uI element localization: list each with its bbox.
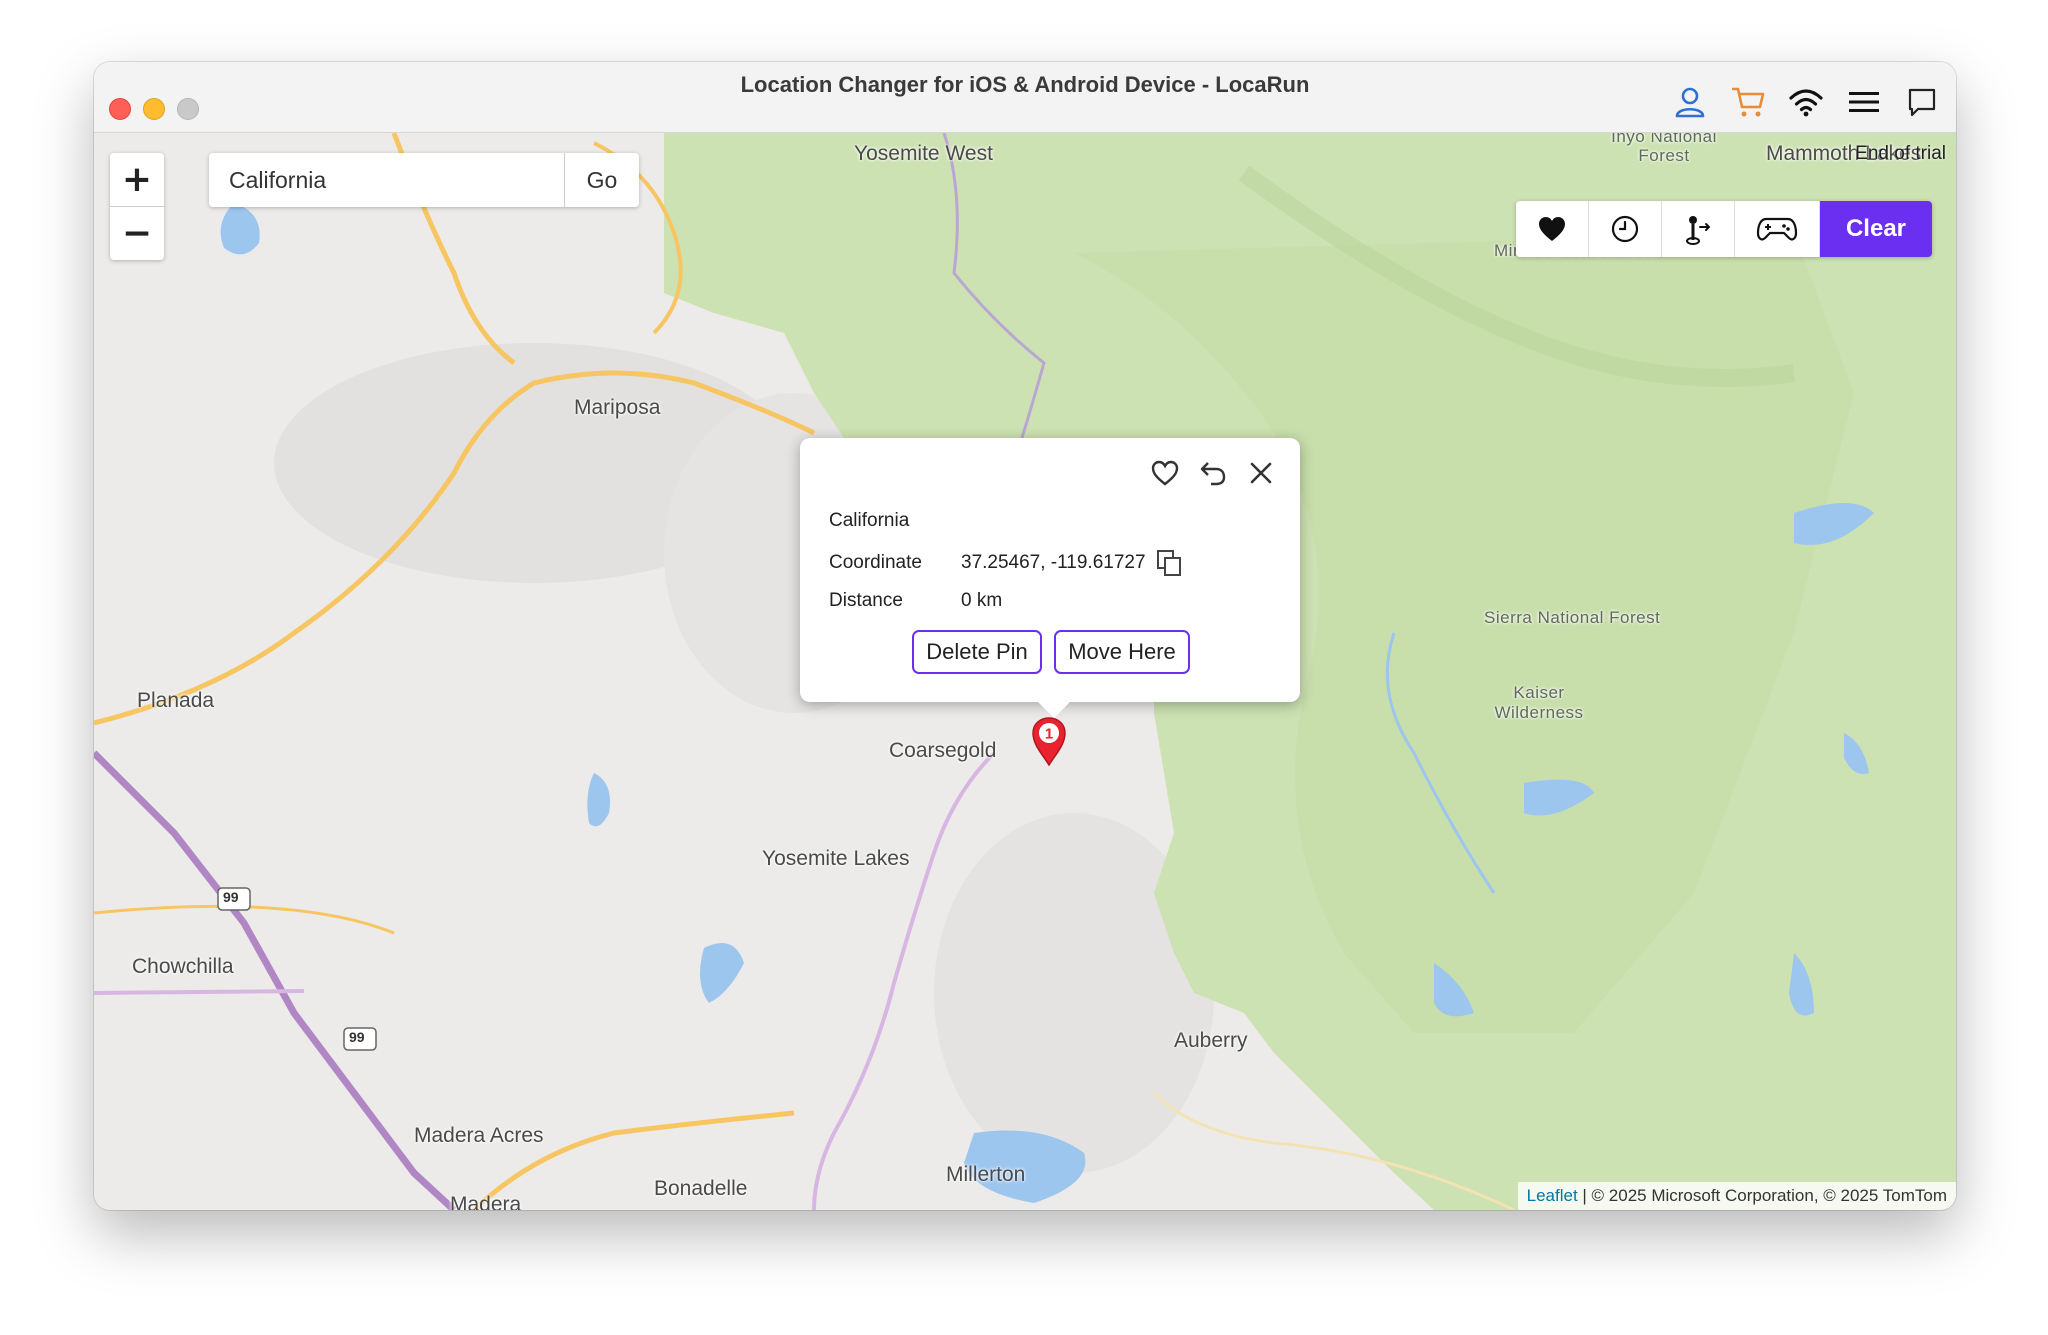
popup-close-button[interactable] (1244, 456, 1278, 490)
chat-icon[interactable] (1902, 82, 1942, 122)
map-label-chowchilla: Chowchilla (132, 955, 234, 978)
map-label-bonadelle: Bonadelle (654, 1177, 748, 1200)
coordinate-row: Coordinate 37.25467, -119.61727 (829, 549, 1182, 577)
clear-button[interactable]: Clear (1820, 201, 1932, 257)
popup-buttons: Delete Pin Move Here (912, 630, 1190, 674)
map-label-auberry: Auberry (1174, 1029, 1248, 1052)
joystick-button[interactable] (1662, 201, 1735, 257)
window-minimize-button[interactable] (143, 98, 165, 120)
undo-icon (1200, 462, 1226, 486)
menu-icon[interactable] (1844, 82, 1884, 122)
joystick-icon (1686, 216, 1711, 245)
map-attribution: Leaflet | © 2025 Microsoft Corporation, … (1517, 1182, 1956, 1210)
trial-notice: End of trial (1855, 143, 1946, 164)
search-input[interactable] (209, 153, 564, 207)
search-bar: Go (209, 153, 639, 207)
delete-pin-button[interactable]: Delete Pin (912, 630, 1042, 674)
clock-icon (1611, 215, 1639, 243)
game-mode-button[interactable] (1735, 201, 1820, 257)
map-label-sierra-forest: Sierra National Forest (1484, 608, 1661, 627)
highway-shield-99: 99 (349, 1029, 365, 1045)
window-close-button[interactable] (109, 98, 131, 120)
map-pin-icon[interactable]: 1 (1029, 715, 1069, 767)
popup-favorite-button[interactable] (1148, 456, 1182, 490)
distance-row: Distance 0 km (829, 590, 1002, 612)
favorites-button[interactable] (1516, 201, 1589, 257)
map-label-kaiser: Kaiser Wilderness (1494, 683, 1584, 722)
map-label-madera: Madera (450, 1193, 522, 1210)
popup-undo-button[interactable] (1196, 456, 1230, 490)
map-view[interactable]: Yosemite West Inyo National Forest Mammo… (94, 133, 1956, 1210)
popup-location-name: California (829, 510, 910, 531)
gamepad-icon (1756, 217, 1798, 241)
location-popup: California Coordinate 37.25467, -119.617… (800, 438, 1300, 718)
distance-value: 0 km (961, 590, 1003, 611)
heart-outline-icon (1151, 460, 1179, 486)
title-bar: Location Changer for iOS & Android Devic… (94, 62, 1956, 133)
coordinate-value: 37.25467, -119.61727 (961, 552, 1146, 573)
map-label-inyo-forest: Inyo National Forest (1611, 133, 1717, 165)
zoom-out-button[interactable]: − (110, 206, 164, 260)
popup-actions (1148, 456, 1278, 490)
map-label-yosemite-lakes: Yosemite Lakes (762, 847, 910, 870)
cart-icon[interactable] (1728, 82, 1768, 122)
history-button[interactable] (1589, 201, 1662, 257)
titlebar-actions (1670, 82, 1942, 122)
map-toolbar: Clear (1516, 201, 1932, 257)
coordinate-label: Coordinate (829, 552, 922, 573)
copy-icon[interactable] (1156, 549, 1182, 577)
map-label-madera-acres: Madera Acres (414, 1124, 544, 1147)
zoom-control: + − (110, 153, 164, 260)
highway-shield-99: 99 (223, 889, 239, 905)
heart-icon (1539, 217, 1565, 241)
pin-number: 1 (1045, 726, 1053, 743)
leaflet-link[interactable]: Leaflet (1527, 1186, 1578, 1205)
map-label-coarsegold: Coarsegold (889, 739, 997, 762)
map-label-yosemite-west: Yosemite West (854, 142, 993, 165)
zoom-in-button[interactable]: + (110, 153, 164, 206)
map-label-planada: Planada (137, 689, 215, 712)
map-label-mariposa: Mariposa (574, 396, 661, 419)
close-icon (1250, 462, 1272, 484)
window-maximize-button[interactable] (177, 98, 199, 120)
distance-label: Distance (829, 590, 903, 611)
map-label-millerton: Millerton (946, 1163, 1026, 1186)
app-window: Location Changer for iOS & Android Devic… (94, 62, 1956, 1210)
wifi-icon[interactable] (1786, 82, 1826, 122)
go-button[interactable]: Go (564, 153, 639, 207)
attribution-text: | © 2025 Microsoft Corporation, © 2025 T… (1577, 1186, 1947, 1205)
user-icon[interactable] (1670, 82, 1710, 122)
move-here-button[interactable]: Move Here (1054, 630, 1190, 674)
